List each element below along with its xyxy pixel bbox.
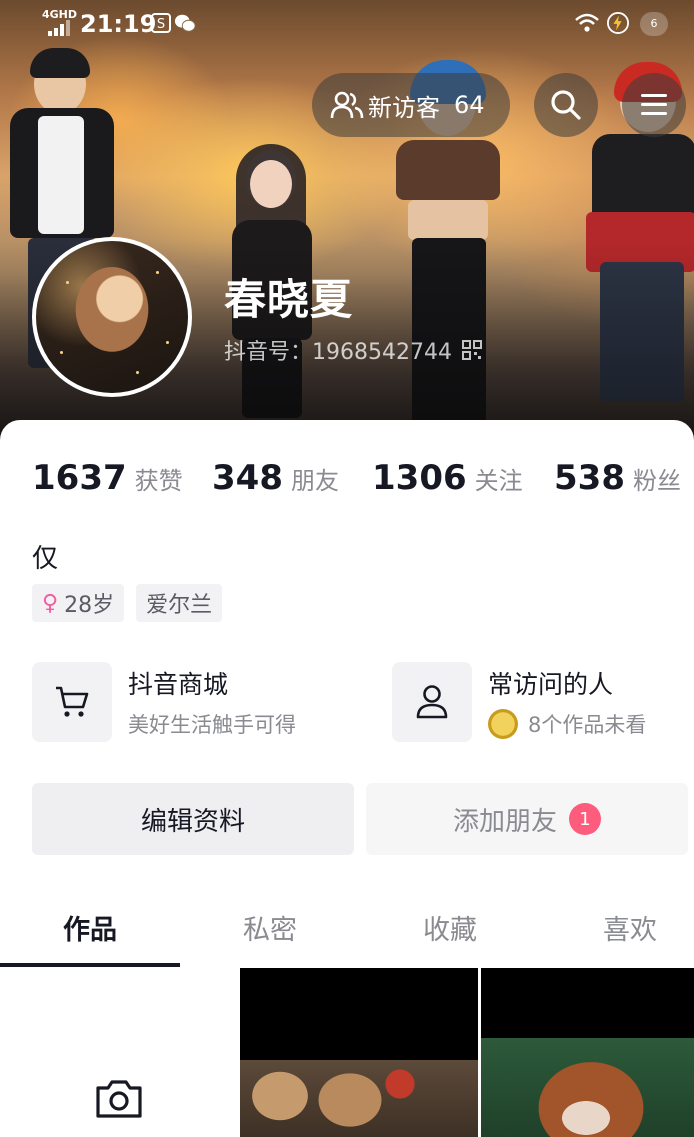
search-button[interactable]	[534, 73, 598, 137]
female-icon: ♀	[42, 590, 59, 616]
profile-avatar[interactable]	[32, 237, 192, 397]
visitors-icon	[330, 91, 364, 119]
video-thumbnail[interactable]	[481, 968, 694, 1137]
age-tag: ♀ 28岁	[32, 584, 125, 622]
camera-icon	[96, 1080, 142, 1118]
new-visitors-count: 64	[454, 91, 485, 119]
clock: 21:19	[80, 10, 157, 38]
profile-nickname: 春晓夏	[224, 275, 354, 324]
visitor-avatar	[488, 709, 518, 739]
svg-text:S: S	[157, 17, 165, 32]
stat-label: 粉丝	[632, 467, 681, 495]
video-thumbnail[interactable]	[240, 968, 478, 1137]
visitors-subtitle: 8个作品未看	[528, 713, 647, 737]
visitors-title: 常访问的人	[488, 670, 614, 699]
frequent-visitors-shortcut[interactable]: 常访问的人 8个作品未看	[392, 662, 646, 742]
signal-icon	[48, 20, 70, 36]
stat-friends[interactable]: 348 朋友	[212, 458, 339, 498]
mall-title: 抖音商城	[128, 670, 229, 699]
stat-followers[interactable]: 538 粉丝	[554, 458, 681, 498]
battery-indicator: 6	[640, 12, 668, 36]
visitors-subtitle-row: 8个作品未看	[488, 709, 646, 739]
person-icon-box	[392, 662, 472, 742]
location-tag-text: 爱尔兰	[146, 593, 213, 618]
content-tabs: 作品 私密 收藏 喜欢	[0, 890, 694, 968]
upload-cell[interactable]	[0, 968, 238, 1137]
charging-icon	[607, 12, 629, 34]
add-friend-label: 添加朋友	[452, 806, 557, 837]
cart-icon-box	[32, 662, 112, 742]
stat-number: 538	[554, 458, 625, 498]
wifi-icon	[575, 13, 599, 32]
video-thumbnail-image	[481, 1038, 694, 1137]
stat-label: 获赞	[134, 467, 183, 495]
menu-button[interactable]	[622, 73, 686, 137]
search-icon	[551, 90, 581, 120]
stat-following[interactable]: 1306 关注	[372, 458, 523, 498]
douyin-mall-shortcut[interactable]: 抖音商城 美好生活触手可得	[32, 662, 296, 742]
stat-number: 1306	[372, 458, 467, 498]
works-grid	[0, 968, 694, 1137]
douyin-id[interactable]: 抖音号：1968542744	[224, 334, 482, 366]
new-visitors-label: 新访客	[368, 93, 440, 122]
location-tag: 爱尔兰	[136, 584, 223, 622]
tab-favorites[interactable]: 收藏	[360, 908, 540, 947]
person-icon	[416, 685, 448, 719]
edit-profile-label: 编辑资料	[140, 806, 245, 837]
profile-tags: ♀ 28岁 爱尔兰	[32, 584, 234, 622]
douyin-id-text: 抖音号：1968542744	[224, 340, 452, 365]
status-bar: 4GHD 21:19 S 6	[0, 0, 694, 50]
stat-likes[interactable]: 1637 获赞	[32, 458, 183, 498]
stat-label: 朋友	[290, 467, 339, 495]
wechat-icon	[174, 14, 196, 32]
cart-icon	[56, 686, 89, 717]
profile-stats: 1637 获赞 348 朋友 1306 关注 538 粉丝	[32, 458, 692, 502]
tab-private[interactable]: 私密	[180, 908, 360, 947]
profile-bio: 仅	[32, 544, 59, 574]
notification-badge: 1	[569, 803, 601, 835]
tab-indicator	[0, 963, 180, 967]
tab-works[interactable]: 作品	[0, 908, 180, 947]
mall-subtitle: 美好生活触手可得	[128, 713, 296, 737]
soul-app-icon: S	[151, 13, 171, 33]
stat-number: 1637	[32, 458, 127, 498]
stat-label: 关注	[474, 467, 523, 495]
profile-card: 1637 获赞 348 朋友 1306 关注 538 粉丝 仅 ♀ 28岁 爱尔…	[0, 420, 694, 1137]
qr-code-icon[interactable]	[461, 340, 482, 360]
menu-icon	[641, 94, 667, 115]
video-thumbnail-image	[240, 1060, 478, 1137]
add-friend-button[interactable]: 添加朋友 1	[366, 783, 688, 855]
tab-likes[interactable]: 喜欢	[540, 908, 694, 947]
age-tag-text: 28岁	[64, 593, 115, 618]
new-visitors-button[interactable]: 新访客 64	[312, 73, 510, 137]
edit-profile-button[interactable]: 编辑资料	[32, 783, 354, 855]
stat-number: 348	[212, 458, 283, 498]
